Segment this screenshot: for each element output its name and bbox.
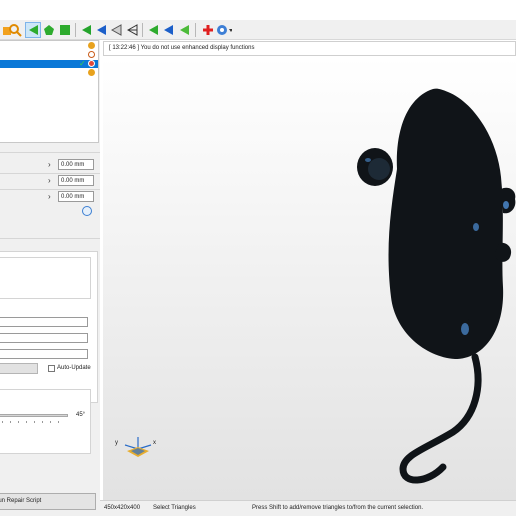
triangle-blue-icon[interactable] [93,22,109,38]
parameter-row: › 0.00 mm [0,159,100,171]
divider [0,152,100,153]
run-repair-script-button[interactable]: Run Repair Script [0,493,96,510]
parameter-input[interactable]: 0.00 mm [58,159,94,170]
status-hint: Press Shift to add/remove triangles to/f… [252,505,424,511]
triangle-green-icon[interactable] [78,22,94,38]
check-icon: ✓ [79,59,86,68]
auto-update-checkbox[interactable] [48,365,55,372]
axes-gizmo [124,437,152,457]
angle-slider-track[interactable] [0,414,68,417]
tree-item[interactable] [0,42,98,50]
mouse-model[interactable] [103,57,516,500]
refresh-icon[interactable] [82,206,92,216]
parameter-row: › 0.00 mm [0,191,100,203]
target-icon [88,60,95,67]
auto-update-label: Auto-Update [57,365,91,371]
tree-item-selected[interactable]: ✓ [0,59,98,68]
x-axis-label: x [153,440,156,446]
select-surface-icon[interactable] [41,22,57,38]
status-bar: 450x420x400 Select Triangles Press Shift… [100,500,516,516]
select-triangle-icon[interactable] [25,22,41,38]
help-dropdown-icon[interactable] [216,22,232,38]
toolbar-separator [75,23,76,37]
tree-item[interactable] [0,69,98,77]
3d-viewport[interactable]: y x [103,57,516,500]
run-repair-script-label: Run Repair Script [0,498,42,504]
add-red-cross-icon[interactable] [200,22,216,38]
text-field[interactable] [0,349,88,359]
divider [0,189,100,190]
info-box [0,257,91,299]
toolbar-separator [195,23,196,37]
y-axis-label: y [115,440,118,446]
parameter-input[interactable]: 0.00 mm [58,175,94,186]
apply-button[interactable] [0,363,38,374]
tree-item[interactable] [0,51,98,59]
main-toolbar [0,20,516,40]
chevron-right-icon[interactable]: › [48,176,51,185]
text-field[interactable] [0,333,88,343]
select-shell-icon[interactable] [57,22,73,38]
angle-value: 45° [76,412,86,418]
log-message: [ 13:22:46 ] You do not use enhanced dis… [103,41,516,56]
status-dimensions: 450x420x400 [104,505,141,511]
left-panel: ✓ › 0.00 mm › 0.00 mm › 0.00 mm Auto-Upd… [0,40,100,516]
triangle-wire-icon[interactable] [124,22,140,38]
triangle-outline-icon[interactable] [108,22,124,38]
folder-icon [88,69,95,76]
face-green-icon[interactable] [145,22,161,38]
chevron-right-icon[interactable]: › [48,160,51,169]
text-field[interactable] [0,317,88,327]
target-icon [88,51,95,58]
divider [0,173,100,174]
toolbar-separator [142,23,143,37]
face-green-alt-icon[interactable] [176,22,192,38]
folder-icon [88,42,95,49]
divider [0,238,100,239]
face-blue-icon[interactable] [160,22,176,38]
status-mode: Select Triangles [153,505,196,511]
chevron-right-icon[interactable]: › [48,192,51,201]
parameter-input[interactable]: 0.00 mm [58,191,94,202]
part-tree: ✓ [0,40,99,143]
zoom-icon[interactable] [7,22,23,38]
window-top [0,0,516,20]
parameter-row: › 0.00 mm [0,175,100,187]
slider-ticks [2,421,66,423]
